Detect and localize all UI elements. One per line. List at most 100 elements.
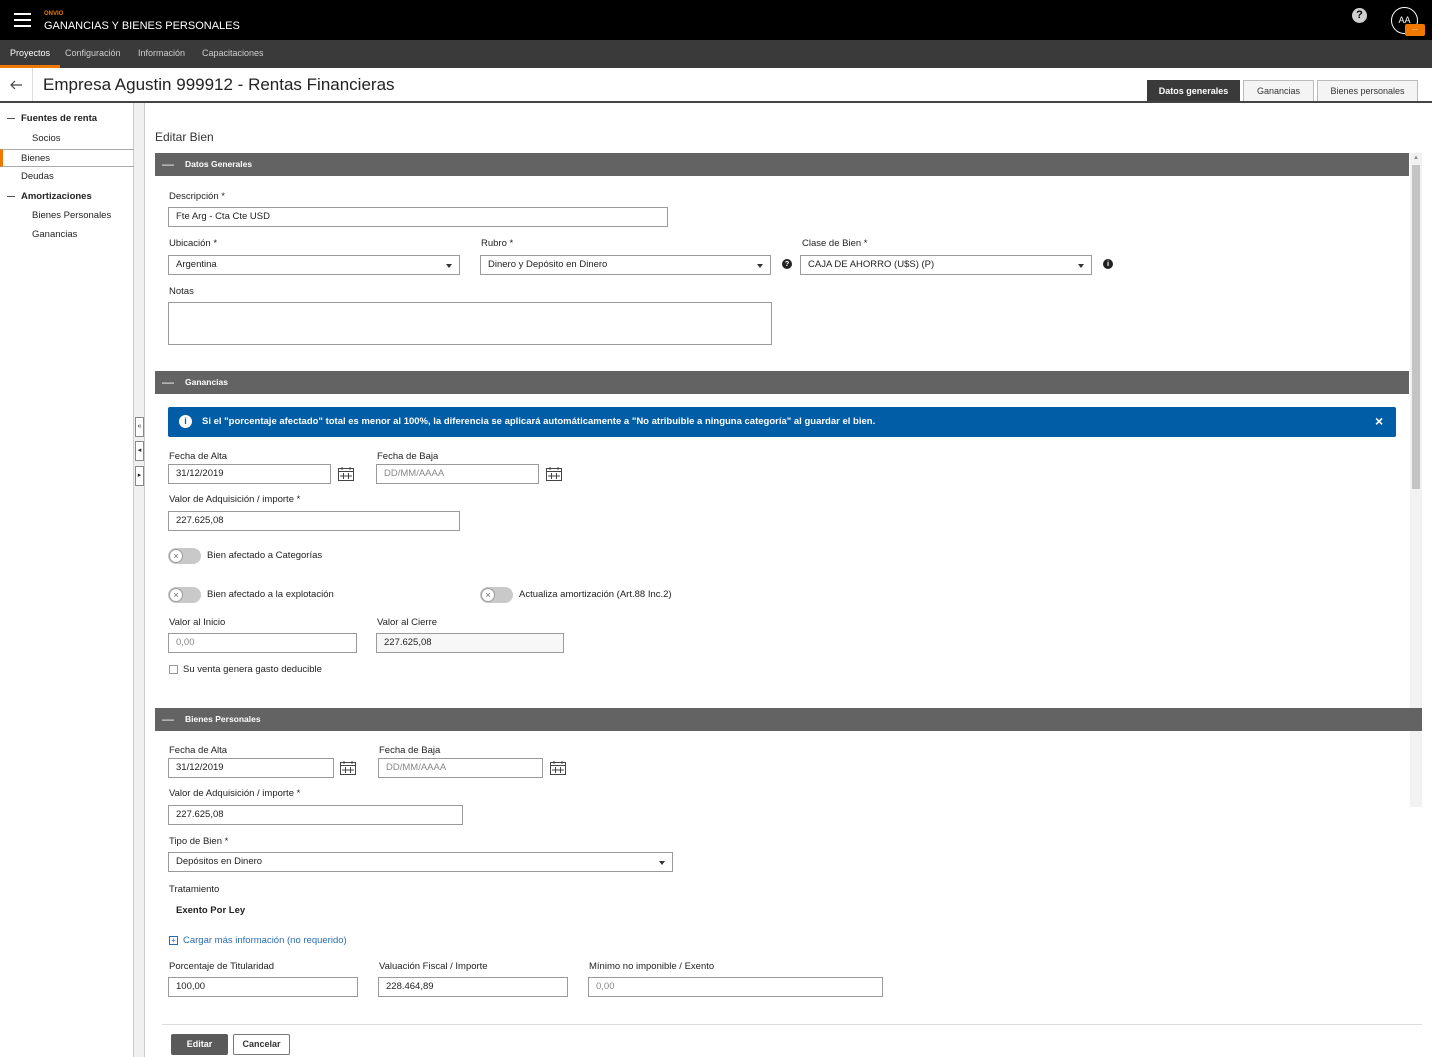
toggle-off-icon: ×: [169, 588, 183, 602]
tratamiento-label: Tratamiento: [169, 884, 220, 895]
venta-checkbox[interactable]: [169, 665, 178, 674]
bp-fecha-alta-label: Fecha de Alta: [169, 745, 228, 756]
venta-checkbox-label: Su venta genera gasto deducible: [183, 664, 322, 675]
collapse-icon[interactable]: —: [162, 371, 174, 394]
menu-item-proyectos[interactable]: Proyectos: [0, 40, 61, 68]
sidebar-item-fuentes-de-renta[interactable]: Fuentes de renta: [21, 113, 97, 124]
sidebar-item-ganancias[interactable]: Ganancias: [32, 229, 77, 240]
cancel-button[interactable]: Cancelar: [233, 1034, 290, 1055]
sidebar-item-socios[interactable]: Socios: [32, 133, 61, 144]
valor-inicio-input[interactable]: 0,00: [168, 633, 357, 653]
page-header: Empresa Agustin 999912 - Rentas Financie…: [0, 68, 1432, 103]
clase-bien-label: Clase de Bien *: [802, 238, 868, 249]
bp-fecha-alta-input[interactable]: 31/12/2019: [168, 758, 334, 778]
categorias-toggle[interactable]: ×: [168, 548, 201, 564]
tratamiento-value: Exento Por Ley: [176, 905, 246, 916]
rubro-select[interactable]: Dinero y Depósito en Dinero: [480, 255, 771, 275]
divider: [162, 1024, 1422, 1025]
avatar-badge: ...: [1405, 24, 1425, 36]
calendar-icon[interactable]: [338, 467, 354, 481]
porcentaje-input[interactable]: 100,00: [168, 977, 358, 997]
menu-item-informacion[interactable]: Información: [138, 40, 185, 68]
valor-inicio-label: Valor al Inicio: [169, 617, 226, 628]
sidebar-item-bienes[interactable]: Bienes: [0, 149, 134, 167]
valuacion-label: Valuación Fiscal / Importe: [379, 961, 488, 972]
notas-textarea[interactable]: [168, 302, 772, 345]
bp-valor-adquisicion-label: Valor de Adquisición / importe *: [169, 788, 301, 799]
clase-bien-info-icon[interactable]: i: [1103, 259, 1113, 269]
amortizacion-toggle-label: Actualiza amortización (Art.88 Inc.2): [519, 589, 672, 600]
valuacion-input[interactable]: 228.464,89: [378, 977, 568, 997]
menu-item-capacitaciones[interactable]: Capacitaciones: [202, 40, 264, 68]
scrollbar-thumb[interactable]: [1412, 165, 1420, 489]
rubro-label: Rubro *: [481, 238, 514, 249]
porcentaje-label: Porcentaje de Titularidad: [169, 961, 275, 972]
alert-text: Si el "porcentaje afectado" total es men…: [202, 416, 876, 427]
top-bar: ONVIO GANANCIAS Y BIENES PERSONALES ? AA…: [0, 0, 1432, 40]
splitter[interactable]: [134, 103, 145, 1057]
bp-fecha-baja-input[interactable]: DD/MM/AAAA: [378, 758, 543, 778]
collapse-dash-icon[interactable]: [7, 196, 15, 197]
calendar-icon[interactable]: [546, 467, 562, 481]
collapse-left-icon[interactable]: ◂: [135, 441, 144, 461]
tab-bienes-personales[interactable]: Bienes personales: [1317, 80, 1418, 101]
expand-right-icon[interactable]: ▸: [135, 466, 144, 486]
calendar-icon[interactable]: [340, 761, 356, 775]
valor-adquisicion-label: Valor de Adquisición / importe *: [169, 494, 301, 505]
sidebar-item-label: Bienes: [21, 153, 51, 164]
ubicacion-label: Ubicación *: [169, 238, 218, 249]
expand-plus-icon[interactable]: +: [169, 936, 178, 945]
valor-cierre-input: 227.625,08: [376, 633, 564, 653]
bp-valor-adquisicion-input[interactable]: 227.625,08: [168, 805, 463, 825]
page-title: Empresa Agustin 999912 - Rentas Financie…: [43, 75, 395, 94]
bp-fecha-baja-label: Fecha de Baja: [379, 745, 441, 756]
fecha-baja-label: Fecha de Baja: [377, 451, 439, 462]
sidebar-item-deudas[interactable]: Deudas: [21, 171, 54, 182]
toggle-off-icon: ×: [481, 588, 495, 602]
collapse-dash-icon[interactable]: [7, 118, 15, 119]
valor-cierre-label: Valor al Cierre: [377, 617, 438, 628]
section-ganancias[interactable]: — Ganancias: [155, 371, 1409, 394]
valor-adquisicion-input[interactable]: 227.625,08: [168, 511, 460, 531]
notas-label: Notas: [169, 286, 194, 297]
back-arrow-icon[interactable]: [0, 68, 33, 101]
info-alert: i Si el "porcentaje afectado" total es m…: [168, 407, 1396, 437]
sidebar-item-bienes-personales[interactable]: Bienes Personales: [32, 210, 111, 221]
tipo-bien-select[interactable]: Depósitos en Dinero: [168, 852, 673, 872]
form-heading: Editar Bien: [155, 130, 214, 144]
tab-datos-generales[interactable]: Datos generales: [1147, 80, 1240, 101]
collapse-all-icon[interactable]: «: [135, 417, 144, 437]
toggle-off-icon: ×: [169, 549, 183, 563]
hamburger-icon[interactable]: [14, 13, 31, 27]
amortizacion-toggle[interactable]: ×: [480, 587, 513, 603]
descripcion-input[interactable]: Fte Arg - Cta Cte USD: [168, 207, 668, 227]
section-title: Bienes Personales: [185, 714, 261, 724]
section-bienes-personales[interactable]: — Bienes Personales: [155, 708, 1422, 731]
mas-info-link[interactable]: Cargar más información (no requerido): [183, 935, 347, 946]
main-menu: Proyectos Configuración Información Capa…: [0, 40, 1432, 68]
calendar-icon[interactable]: [550, 761, 566, 775]
tipo-bien-label: Tipo de Bien *: [169, 836, 229, 847]
fecha-alta-input[interactable]: 31/12/2019: [168, 464, 331, 484]
explotacion-toggle-label: Bien afectado a la explotación: [207, 589, 334, 600]
info-circle-icon: i: [179, 415, 192, 428]
collapse-icon[interactable]: —: [162, 708, 174, 731]
brand-logo: ONVIO: [44, 11, 64, 17]
tab-ganancias[interactable]: Ganancias: [1243, 80, 1314, 101]
section-datos-generales[interactable]: — Datos Generales: [155, 153, 1409, 176]
minimo-input[interactable]: 0,00: [588, 977, 883, 997]
help-icon[interactable]: ?: [1352, 8, 1367, 23]
clase-bien-select[interactable]: CAJA DE AHORRO (U$S) (P): [800, 255, 1092, 275]
sidebar: Fuentes de renta Socios Bienes Deudas Am…: [0, 103, 134, 1057]
ubicacion-select[interactable]: Argentina: [168, 255, 460, 275]
scroll-up-arrow-icon[interactable]: ▲: [1413, 155, 1419, 161]
collapse-icon[interactable]: —: [162, 153, 174, 176]
alert-close-icon[interactable]: ×: [1375, 413, 1383, 429]
rubro-help-icon[interactable]: ?: [782, 259, 792, 269]
edit-button[interactable]: Editar: [171, 1034, 228, 1055]
app-title: GANANCIAS Y BIENES PERSONALES: [44, 20, 240, 32]
explotacion-toggle[interactable]: ×: [168, 587, 201, 603]
menu-item-configuracion[interactable]: Configuración: [65, 40, 121, 68]
fecha-baja-input[interactable]: DD/MM/AAAA: [376, 464, 539, 484]
sidebar-item-amortizaciones[interactable]: Amortizaciones: [21, 191, 92, 202]
